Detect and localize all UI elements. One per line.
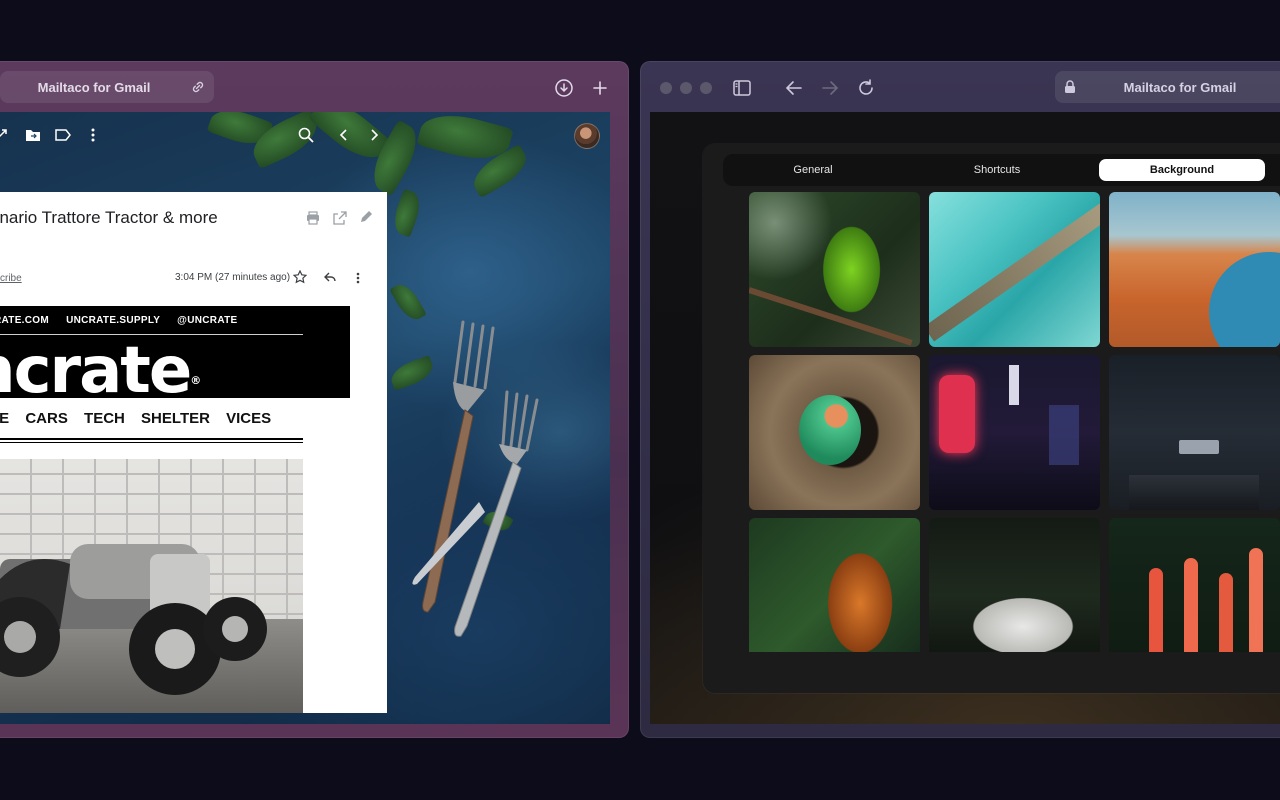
reply-icon[interactable] xyxy=(323,270,337,289)
settings-panel: General Shortcuts Background xyxy=(703,144,1280,693)
lock-icon xyxy=(1064,80,1076,97)
download-icon[interactable] xyxy=(553,77,575,99)
flamingo xyxy=(1149,568,1163,652)
nav-item-shelter[interactable]: SHELTER xyxy=(141,410,210,427)
flamingo xyxy=(1184,558,1198,652)
background-thumb-desert-coast[interactable] xyxy=(1109,192,1280,347)
edit-icon[interactable] xyxy=(359,210,373,229)
url-title: Mailtaco for Gmail xyxy=(37,79,151,95)
more-vertical-icon[interactable] xyxy=(84,126,102,144)
background-thumb-tiger[interactable] xyxy=(749,518,920,652)
more-vertical-icon[interactable] xyxy=(356,271,360,289)
tab-general[interactable]: General xyxy=(727,159,899,181)
move-to-folder-icon[interactable] xyxy=(24,126,42,144)
open-in-new-icon[interactable] xyxy=(333,211,347,230)
bird xyxy=(799,395,861,465)
red-lantern xyxy=(939,375,975,453)
previous-icon[interactable] xyxy=(335,126,353,144)
leaf-decoration xyxy=(389,188,425,238)
forward-icon[interactable] xyxy=(819,77,841,99)
nav-item-vices[interactable]: VICES xyxy=(226,410,271,427)
label-icon[interactable] xyxy=(54,126,72,144)
tractor-photo[interactable] xyxy=(0,459,303,713)
print-icon[interactable] xyxy=(306,211,320,230)
nav-rule xyxy=(0,442,303,443)
zoom-window-button[interactable] xyxy=(700,82,712,94)
gmail-toolbar xyxy=(0,112,610,158)
background-thumb-flamingos[interactable] xyxy=(1109,518,1280,652)
forks-decoration xyxy=(412,320,539,637)
background-thumb-turquoise-aerial[interactable] xyxy=(929,192,1100,347)
background-thumb-dark-street[interactable] xyxy=(1109,355,1280,510)
snooze-icon[interactable] xyxy=(0,126,10,144)
flamingo xyxy=(1219,573,1233,652)
background-thumb-neon-alley[interactable] xyxy=(929,355,1100,510)
banner-links[interactable]: RATE.COM UNCRATE.SUPPLY @UNCRATE xyxy=(0,315,237,326)
rock-ridge xyxy=(929,200,1100,342)
gmail-view: enario Trattore Tractor & more cribe 3:0… xyxy=(0,112,610,724)
back-icon[interactable] xyxy=(783,77,805,99)
settings-tabs: General Shortcuts Background xyxy=(723,154,1280,186)
nav-item-tech[interactable]: TECH xyxy=(84,410,125,427)
email-subject: enario Trattore Tractor & more xyxy=(0,208,218,227)
minimize-window-button[interactable] xyxy=(680,82,692,94)
unsubscribe-link[interactable]: cribe xyxy=(0,273,22,284)
registered-mark: ® xyxy=(190,374,201,387)
close-window-button[interactable] xyxy=(660,82,672,94)
account-avatar[interactable] xyxy=(574,123,600,149)
browser-window-right: Mailtaco for Gmail General Shortcuts Bac… xyxy=(640,61,1280,738)
background-thumb-white-tiger[interactable] xyxy=(929,518,1100,652)
browser-window-left: Mailtaco for Gmail enario Trattore Tract… xyxy=(0,61,629,738)
logo-text: ncrate xyxy=(0,334,192,398)
nav-item[interactable]: LE xyxy=(0,410,9,427)
email-time: 3:04 PM (27 minutes ago) xyxy=(175,272,291,283)
road xyxy=(1129,475,1259,510)
mailtaco-settings-view: General Shortcuts Background xyxy=(650,112,1280,724)
new-tab-icon[interactable] xyxy=(589,77,611,99)
sea xyxy=(1209,252,1280,347)
sidebar-toggle-icon[interactable] xyxy=(731,77,753,99)
email-message: enario Trattore Tractor & more cribe 3:0… xyxy=(0,192,387,713)
uncrate-logo: ncrate® xyxy=(0,334,201,398)
branch xyxy=(749,287,913,346)
traffic-lights xyxy=(660,82,712,94)
background-grid xyxy=(749,192,1280,652)
tab-background[interactable]: Background xyxy=(1099,159,1265,181)
star-icon[interactable] xyxy=(292,269,308,289)
flamingo xyxy=(1249,548,1263,652)
url-title: Mailtaco for Gmail xyxy=(1123,79,1237,95)
address-bar[interactable]: Mailtaco for Gmail xyxy=(0,71,214,103)
newsletter-banner: RATE.COM UNCRATE.SUPPLY @UNCRATE ncrate® xyxy=(0,306,350,398)
next-icon[interactable] xyxy=(365,126,383,144)
address-bar[interactable]: Mailtaco for Gmail xyxy=(1055,71,1280,103)
search-icon[interactable] xyxy=(297,126,315,144)
tram xyxy=(1179,440,1219,454)
tractor-illustration xyxy=(0,544,267,695)
newsletter-nav: LE CARS TECH SHELTER VICES xyxy=(0,410,271,427)
background-thumb-parakeet[interactable] xyxy=(749,192,920,347)
link-icon[interactable] xyxy=(190,79,206,98)
nav-rule xyxy=(0,438,303,440)
background-thumb-lovebird[interactable] xyxy=(749,355,920,510)
building xyxy=(1049,405,1079,465)
nav-item-cars[interactable]: CARS xyxy=(25,410,68,427)
reload-icon[interactable] xyxy=(855,77,877,99)
sign xyxy=(1009,365,1019,405)
tab-shortcuts[interactable]: Shortcuts xyxy=(911,159,1083,181)
